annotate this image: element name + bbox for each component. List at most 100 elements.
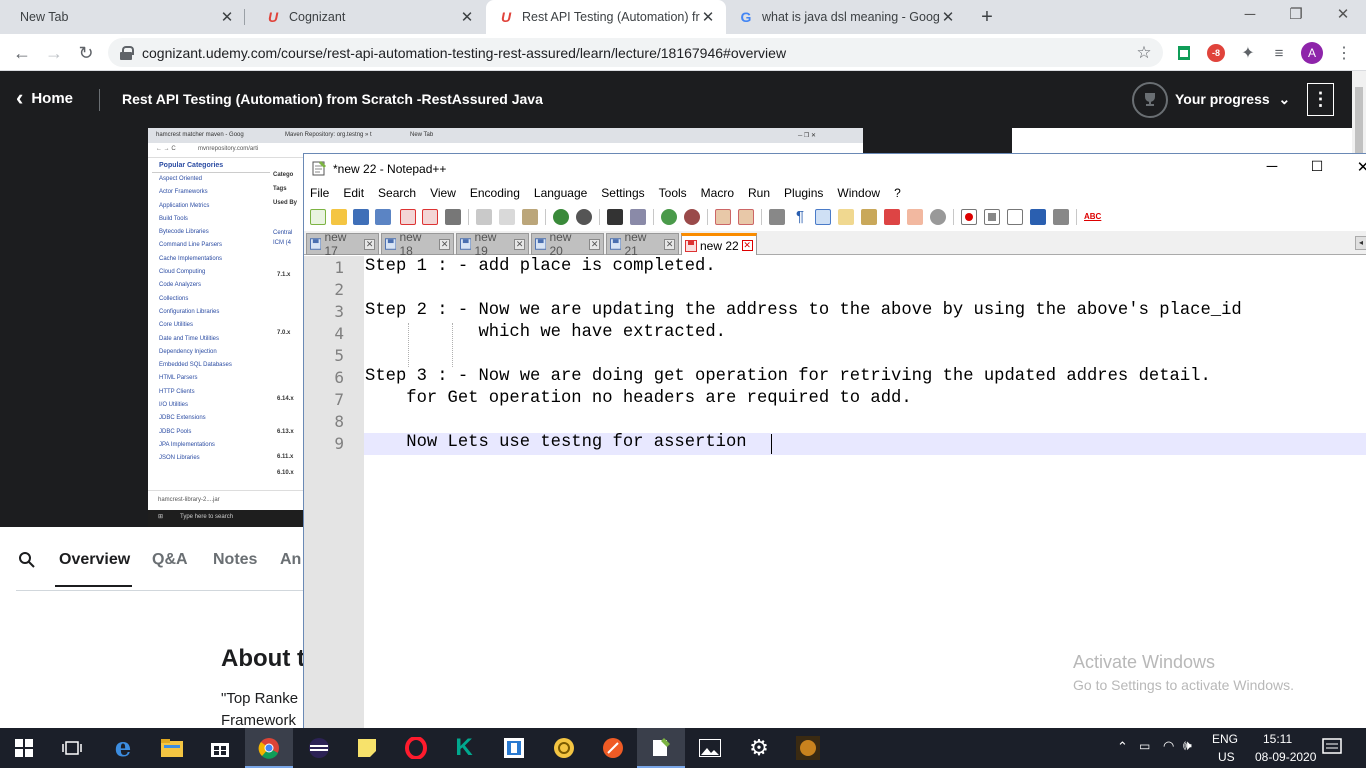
extension-badge-icon[interactable]: -8 <box>1205 42 1227 64</box>
monitoring-icon[interactable] <box>930 209 946 225</box>
browser-tab-cognizant[interactable]: U Cognizant ✕ <box>245 0 485 34</box>
back-arrow-icon[interactable]: ← <box>10 41 34 65</box>
close-icon[interactable]: ✕ <box>514 238 525 250</box>
folder-workspace-icon[interactable] <box>907 209 923 225</box>
input-region[interactable]: US <box>1218 750 1235 764</box>
start-button[interactable] <box>0 728 48 768</box>
zoom-in-icon[interactable] <box>661 209 677 225</box>
document-tab[interactable]: new 20 ✕ <box>531 230 604 258</box>
code-line[interactable]: Step 2 : - Now we are updating the addre… <box>365 301 1242 320</box>
remote-app-icon[interactable] <box>490 728 538 768</box>
doc-map-icon[interactable] <box>861 209 877 225</box>
save-icon[interactable] <box>353 209 369 225</box>
notifications-icon[interactable] <box>1322 738 1342 761</box>
play-macro-icon[interactable] <box>1007 209 1023 225</box>
redo-icon[interactable] <box>576 209 592 225</box>
paste-icon[interactable] <box>522 209 538 225</box>
browser-tab-new-tab[interactable]: New Tab ✕ <box>0 0 245 34</box>
close-icon[interactable]: ✕ <box>1353 158 1366 176</box>
game-app-icon[interactable] <box>784 728 832 768</box>
document-tab[interactable]: new 19 ✕ <box>456 230 529 258</box>
menu-language[interactable]: Language <box>534 186 587 200</box>
tab-qa[interactable]: Q&A <box>152 551 188 569</box>
postman-icon[interactable] <box>589 728 637 768</box>
show-all-chars-icon[interactable]: ¶ <box>792 209 808 225</box>
clock-date[interactable]: 08-09-2020 <box>1255 750 1316 764</box>
minimize-icon[interactable]: ─ <box>1262 158 1282 175</box>
browser-tab-rest-api[interactable]: U Rest API Testing (Automation) fro ✕ <box>486 0 726 34</box>
notepad-plus-plus-taskbar-icon[interactable] <box>637 728 685 768</box>
reload-icon[interactable]: ↻ <box>74 41 98 65</box>
document-tab[interactable]: new 22 ✕ <box>681 233 757 255</box>
stop-macro-icon[interactable] <box>984 209 1000 225</box>
save-macro-icon[interactable] <box>1053 209 1069 225</box>
address-bar[interactable]: cognizant.udemy.com/course/rest-api-auto… <box>108 38 1163 67</box>
forward-arrow-icon[interactable]: → <box>42 41 66 65</box>
photos-icon[interactable] <box>686 728 734 768</box>
save-all-icon[interactable] <box>375 209 391 225</box>
volume-icon[interactable]: 🕪 <box>1183 737 1192 754</box>
code-line[interactable]: Step 3 : - Now we are doing get operatio… <box>365 367 1211 386</box>
battery-icon[interactable]: ▭ <box>1139 739 1150 753</box>
close-file-icon[interactable] <box>400 209 416 225</box>
spell-check-icon[interactable]: ABC <box>1084 209 1104 225</box>
menu-settings[interactable]: Settings <box>601 186 644 200</box>
replace-icon[interactable] <box>630 209 646 225</box>
menu-view[interactable]: View <box>430 186 456 200</box>
minimize-icon[interactable]: ─ <box>1227 0 1273 30</box>
sync-vertical-icon[interactable] <box>715 209 731 225</box>
sheets-extension-icon[interactable] <box>1173 42 1195 64</box>
close-all-icon[interactable] <box>422 209 438 225</box>
menu-tools[interactable]: Tools <box>659 186 687 200</box>
progress-dropdown[interactable]: Your progress ⌄ <box>1175 91 1290 108</box>
print-icon[interactable] <box>445 209 461 225</box>
menu-file[interactable]: File <box>310 186 329 200</box>
menu-help[interactable]: ? <box>894 186 901 200</box>
store-icon[interactable] <box>196 728 244 768</box>
input-language[interactable]: ENG <box>1212 732 1238 746</box>
tab-overview[interactable]: Overview <box>59 551 130 569</box>
wifi-icon[interactable]: ◠ <box>1163 738 1174 754</box>
restore-icon[interactable]: ❐ <box>1273 0 1319 30</box>
close-icon[interactable]: ✕ <box>459 8 475 26</box>
media-queue-icon[interactable]: ≡ <box>1268 42 1290 64</box>
menu-macro[interactable]: Macro <box>701 186 734 200</box>
menu-plugins[interactable]: Plugins <box>784 186 823 200</box>
sticky-notes-icon[interactable] <box>343 728 391 768</box>
indent-guide-icon[interactable] <box>815 209 831 225</box>
browser-tab-google[interactable]: G what is java dsl meaning - Googl ✕ <box>726 0 966 34</box>
menu-run[interactable]: Run <box>748 186 770 200</box>
open-file-icon[interactable] <box>331 209 347 225</box>
function-list-icon[interactable] <box>884 209 900 225</box>
editor-text-area[interactable]: Step 1 : - add place is completed. Step 2… <box>364 256 1366 729</box>
sync-horizontal-icon[interactable] <box>738 209 754 225</box>
document-tab[interactable]: new 21 ✕ <box>606 230 679 258</box>
close-icon[interactable]: ✕ <box>700 8 716 26</box>
document-tab[interactable]: new 18 ✕ <box>381 230 454 258</box>
record-macro-icon[interactable] <box>961 209 977 225</box>
tab-announcements[interactable]: An <box>280 551 301 569</box>
sun-app-icon[interactable] <box>540 728 588 768</box>
cut-icon[interactable] <box>476 209 492 225</box>
code-line[interactable]: Step 1 : - add place is completed. <box>365 257 716 276</box>
word-wrap-icon[interactable] <box>769 209 785 225</box>
profile-avatar[interactable]: A <box>1301 42 1323 64</box>
menu-kebab-icon[interactable]: ⋮ <box>1333 42 1355 64</box>
menu-edit[interactable]: Edit <box>343 186 364 200</box>
close-icon[interactable]: ✕ <box>589 238 600 250</box>
close-window-icon[interactable]: ✕ <box>1320 0 1366 30</box>
opera-icon[interactable] <box>392 728 440 768</box>
tab-notes[interactable]: Notes <box>213 551 257 569</box>
undo-icon[interactable] <box>553 209 569 225</box>
document-tab[interactable]: new 17 ✕ <box>306 230 379 258</box>
puzzle-extensions-icon[interactable]: ✦ <box>1237 42 1259 64</box>
menu-encoding[interactable]: Encoding <box>470 186 520 200</box>
code-line[interactable]: Now Lets use testng for assertion <box>365 433 746 452</box>
kaspersky-icon[interactable]: K <box>440 728 488 768</box>
chevron-up-icon[interactable]: ⌃ <box>1117 739 1128 755</box>
close-icon[interactable]: ✕ <box>439 238 450 250</box>
tab-scroll-left-icon[interactable]: ◂ <box>1355 236 1366 250</box>
menu-window[interactable]: Window <box>837 186 880 200</box>
new-file-icon[interactable] <box>310 209 326 225</box>
edge-browser-icon[interactable]: e <box>99 728 147 768</box>
